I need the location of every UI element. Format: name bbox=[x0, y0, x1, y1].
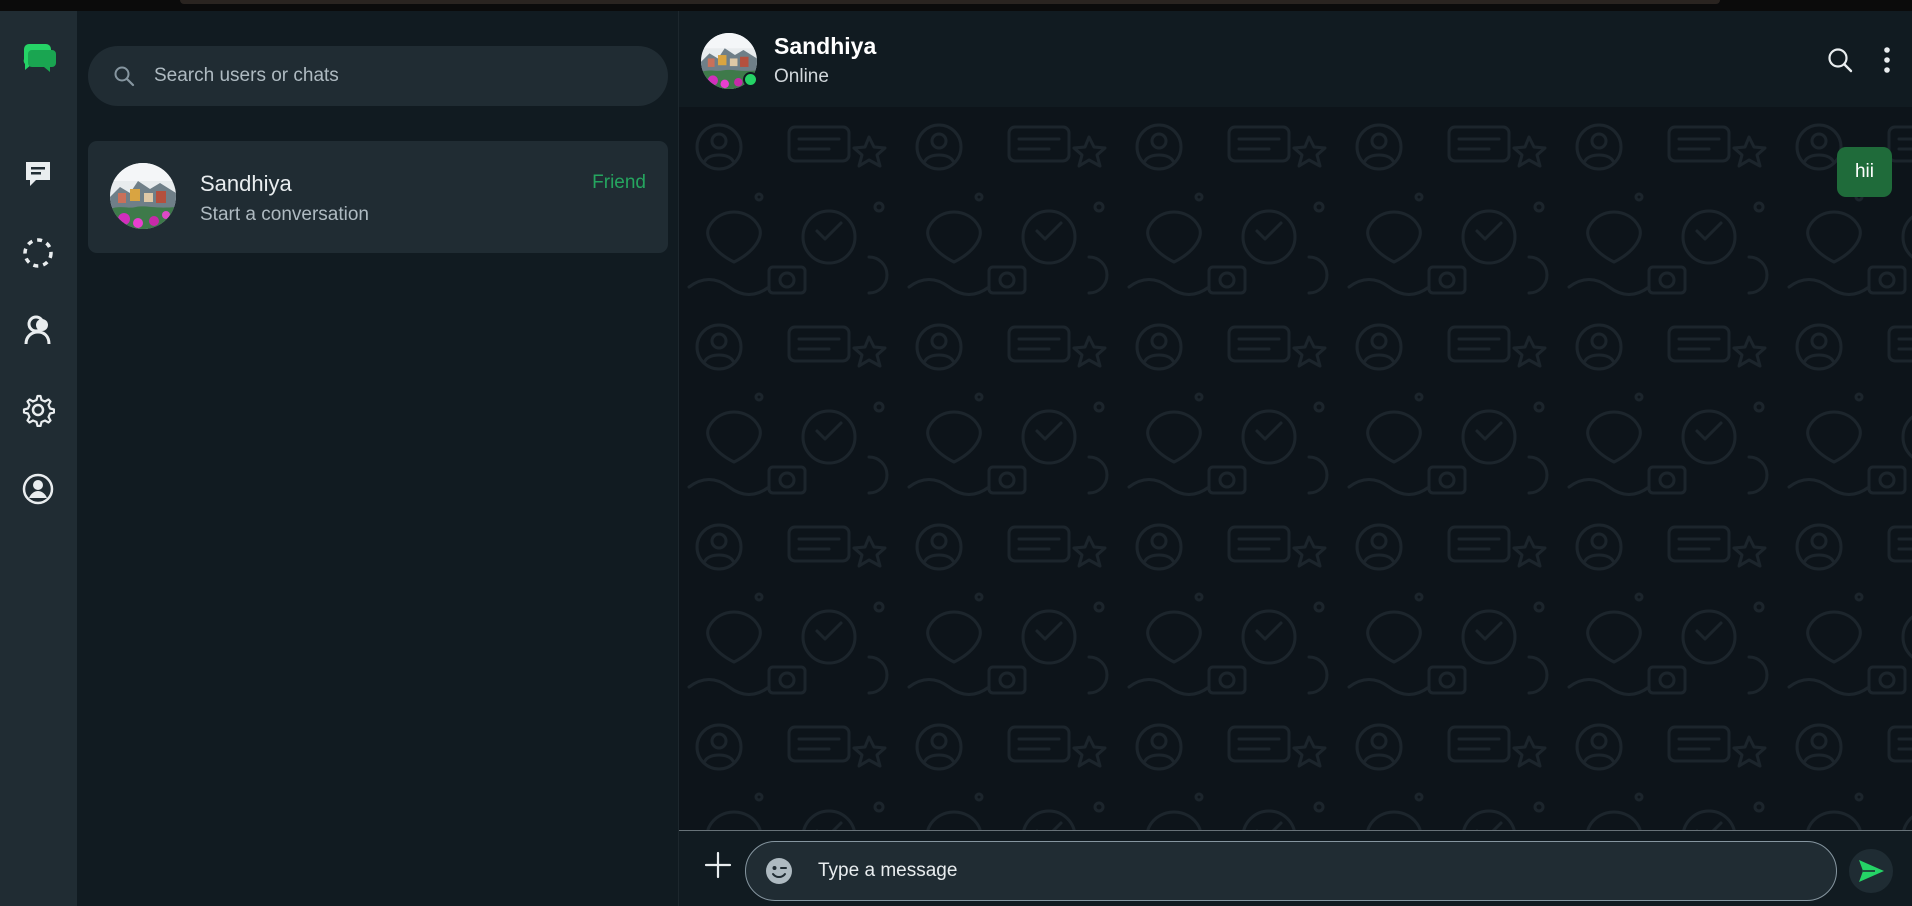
more-vertical-icon bbox=[1884, 47, 1890, 73]
message-input-box[interactable]: Type a message bbox=[745, 841, 1837, 901]
chats-icon[interactable] bbox=[18, 154, 58, 194]
send-button[interactable] bbox=[1849, 849, 1893, 893]
outgoing-message[interactable]: hii bbox=[1836, 147, 1892, 197]
online-indicator bbox=[743, 72, 758, 87]
nav-rail bbox=[0, 11, 77, 906]
chat-header[interactable]: Sandhiya Online bbox=[679, 11, 1912, 107]
top-strip-glow bbox=[180, 0, 1720, 4]
composer: Type a message bbox=[679, 831, 1912, 906]
avatar bbox=[110, 163, 176, 229]
profile-icon[interactable] bbox=[18, 469, 58, 509]
friend-badge: Friend bbox=[592, 172, 646, 193]
window-top-strip bbox=[0, 0, 1912, 11]
attach-button[interactable] bbox=[701, 848, 735, 882]
contact-status: Online bbox=[774, 66, 829, 87]
message-area: hii bbox=[679, 107, 1912, 830]
contact-name: Sandhiya bbox=[774, 33, 877, 59]
menu-button[interactable] bbox=[1870, 43, 1904, 77]
emoji-icon[interactable] bbox=[764, 856, 794, 886]
search-box[interactable]: Search users or chats bbox=[88, 46, 668, 106]
send-icon bbox=[1859, 860, 1884, 882]
message-input[interactable]: Type a message bbox=[818, 860, 957, 882]
plus-icon bbox=[704, 851, 732, 879]
contacts-icon[interactable] bbox=[18, 311, 58, 351]
app-logo-icon[interactable] bbox=[18, 38, 58, 78]
search-icon bbox=[114, 66, 135, 87]
search-chat-button[interactable] bbox=[1823, 43, 1857, 77]
status-icon[interactable] bbox=[18, 233, 58, 273]
chat-wallpaper bbox=[679, 107, 1912, 830]
chat-preview: Start a conversation bbox=[200, 204, 369, 225]
chat-list-item[interactable]: Sandhiya Start a conversation Friend bbox=[88, 141, 668, 253]
search-icon bbox=[1828, 48, 1853, 73]
search-input[interactable]: Search users or chats bbox=[154, 65, 339, 87]
settings-icon[interactable] bbox=[18, 390, 58, 430]
chat-list-panel: Search users or chats Sandhiya Start a c… bbox=[77, 11, 679, 906]
chat-name: Sandhiya bbox=[200, 171, 292, 196]
